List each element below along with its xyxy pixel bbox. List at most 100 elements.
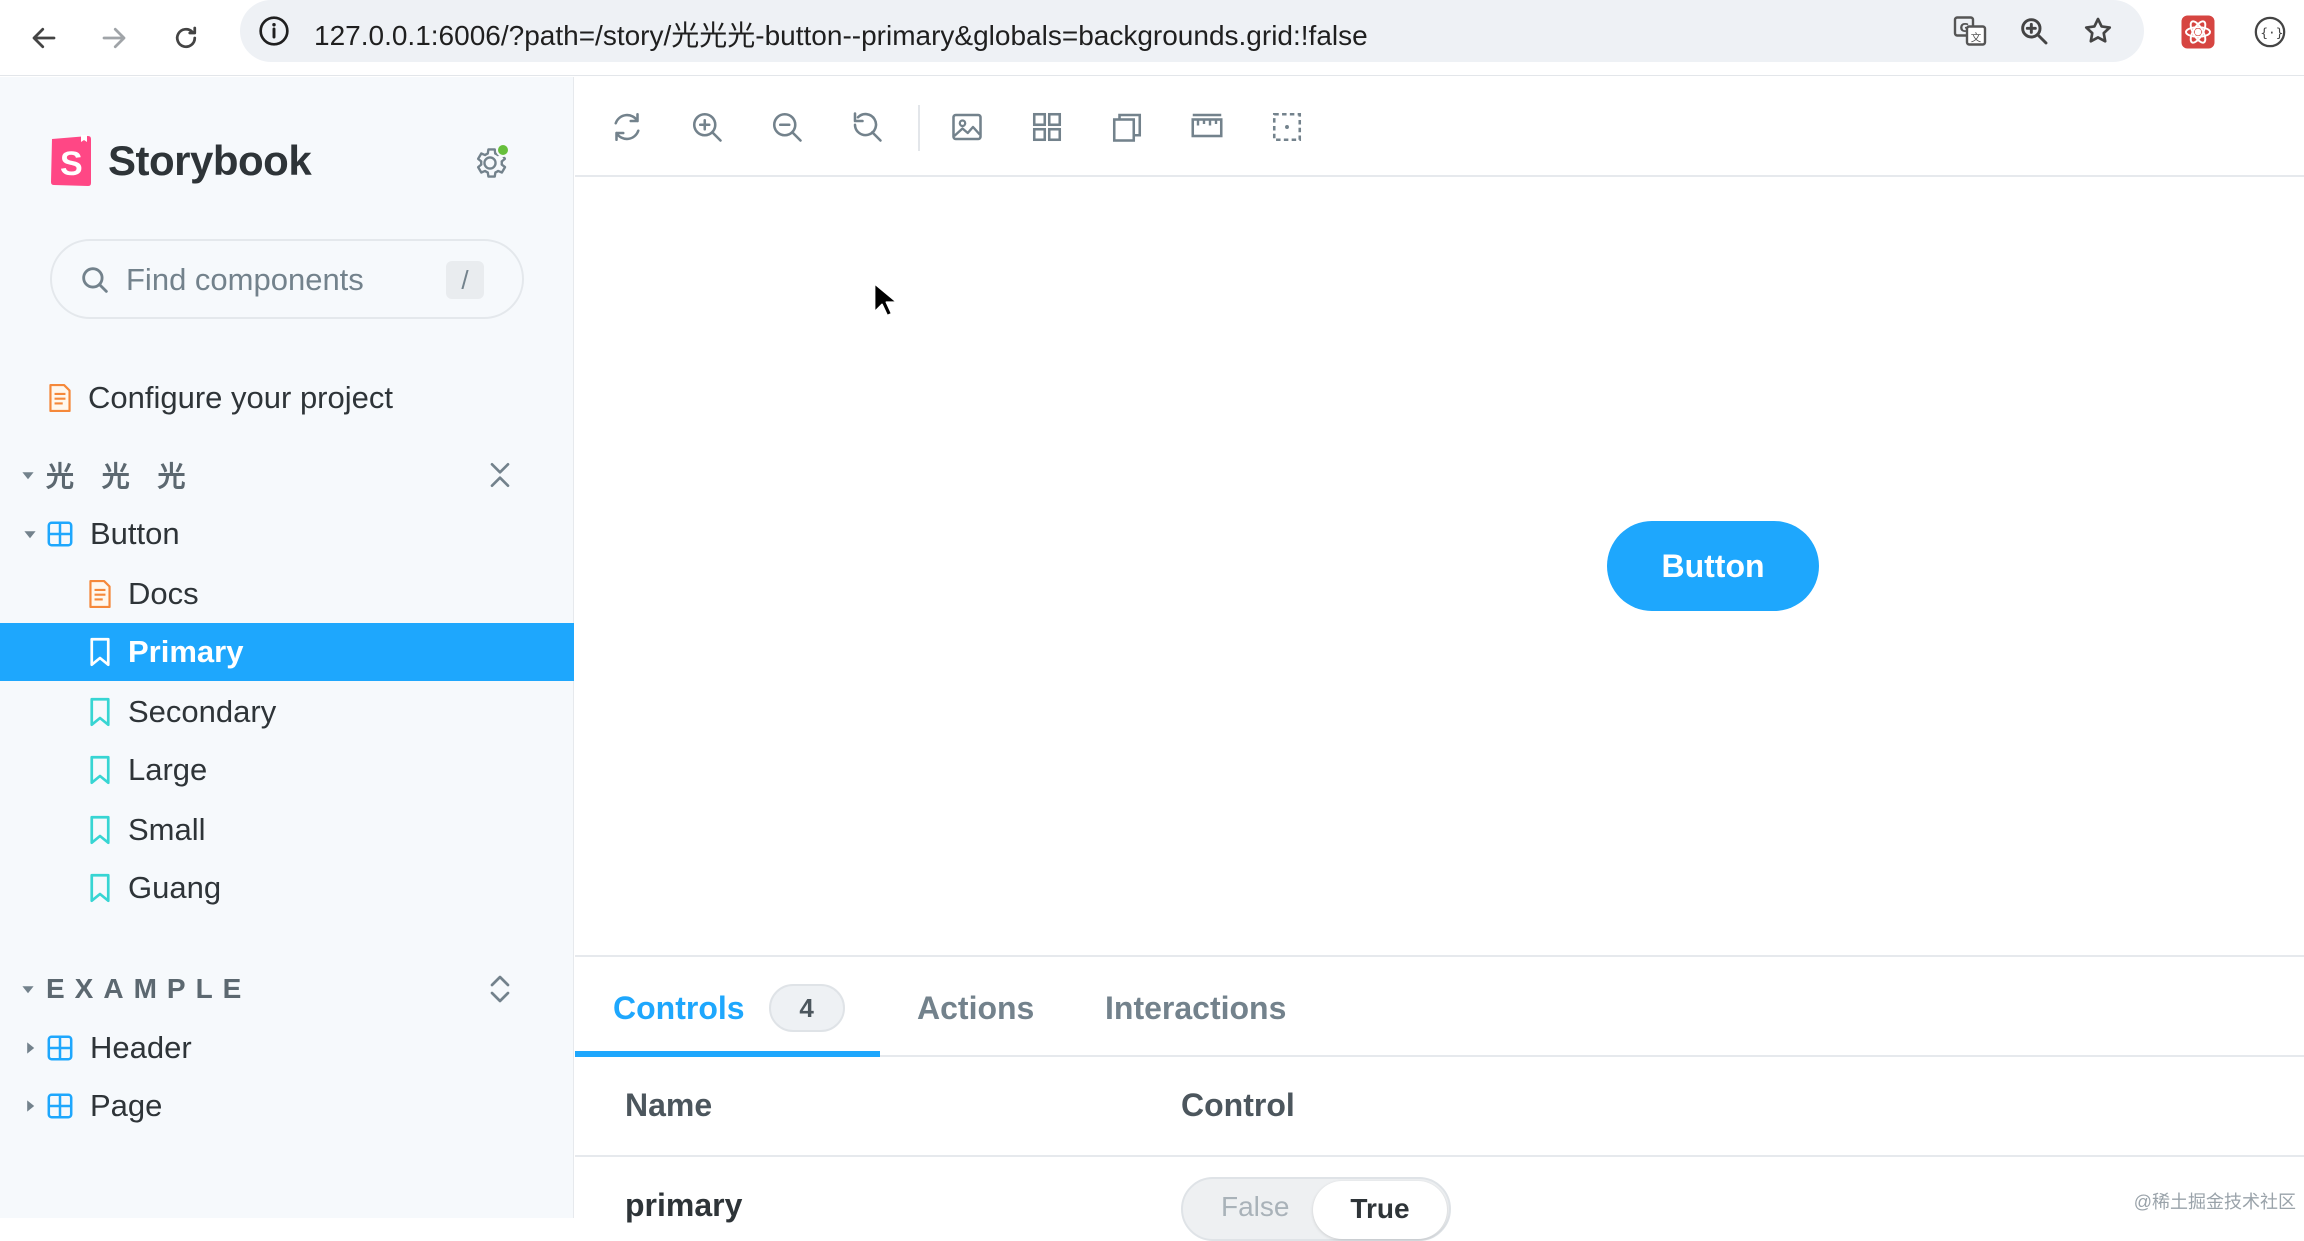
reload-page-button[interactable] <box>160 12 212 64</box>
caret-right-icon <box>16 1092 44 1120</box>
tab-label: Actions <box>917 990 1034 1027</box>
grid-icon <box>1029 109 1065 145</box>
address-url[interactable]: 127.0.0.1:6006/?path=/story/光光光-button--… <box>314 14 1368 54</box>
component-icon <box>44 1032 76 1064</box>
update-status-dot <box>496 143 510 157</box>
svg-text:文: 文 <box>1971 31 1982 44</box>
zoom-out-icon <box>769 109 805 145</box>
component-label: Page <box>90 1088 162 1124</box>
background-button[interactable] <box>943 103 991 151</box>
grid-button[interactable] <box>1023 103 1071 151</box>
caret-right-icon <box>16 1034 44 1062</box>
collapse-all-icon[interactable] <box>484 459 516 491</box>
zoom-out-button[interactable] <box>763 103 811 151</box>
extension-icon[interactable] <box>2178 12 2218 52</box>
zoom-in-button[interactable] <box>683 103 731 151</box>
caret-down-icon <box>14 461 42 489</box>
story-label: Guang <box>128 870 221 906</box>
component-header[interactable]: Header <box>0 1019 574 1077</box>
component-label: Button <box>90 516 180 552</box>
watermark: @稀土掘金技术社区 <box>2134 1188 2296 1214</box>
tab-interactions[interactable]: Interactions <box>1105 959 1286 1057</box>
story-primary[interactable]: Primary <box>0 623 574 681</box>
reload-icon <box>609 109 645 145</box>
translate-icon[interactable]: G文 <box>1950 11 1990 51</box>
story-docs[interactable]: Docs <box>0 565 574 623</box>
column-header-control: Control <box>1181 1087 1295 1124</box>
search-shortcut-key: / <box>446 261 484 299</box>
story-large[interactable]: Large <box>0 741 574 799</box>
tab-label: Interactions <box>1105 990 1286 1027</box>
story-secondary[interactable]: Secondary <box>0 683 574 741</box>
reset-zoom-icon <box>849 109 885 145</box>
search-input[interactable] <box>126 257 426 303</box>
story-label: Docs <box>128 576 199 612</box>
forward-button[interactable] <box>88 12 140 64</box>
story-label: Secondary <box>128 694 276 730</box>
bookmark-icon <box>84 636 116 668</box>
preview-toolbar <box>575 77 2304 177</box>
table-header-row: Name Control <box>575 1057 2304 1157</box>
caret-down-icon <box>14 975 42 1003</box>
story-guang[interactable]: Guang <box>0 859 574 917</box>
component-icon <box>44 518 76 550</box>
svg-text:S: S <box>60 145 83 183</box>
remount-button[interactable] <box>603 103 651 151</box>
story-label: Small <box>128 812 206 848</box>
settings-button[interactable] <box>466 139 514 187</box>
back-arrow-icon <box>29 23 59 53</box>
group-header-example[interactable]: EXAMPLE <box>0 961 574 1017</box>
address-bar[interactable]: 127.0.0.1:6006/?path=/story/光光光-button--… <box>240 0 2144 62</box>
controls-table: Name Control primary False True <box>575 1057 2304 1218</box>
caret-down-icon <box>16 520 44 548</box>
component-page[interactable]: Page <box>0 1077 574 1135</box>
controls-count-badge: 4 <box>769 984 845 1032</box>
storybook-logo[interactable]: S Storybook <box>48 133 311 189</box>
preview-canvas[interactable]: Button <box>575 179 2304 957</box>
bookmark-icon <box>84 872 116 904</box>
expand-all-icon[interactable] <box>484 973 516 1005</box>
back-button[interactable] <box>18 12 70 64</box>
bookmark-star-icon[interactable] <box>2078 11 2118 51</box>
devtools-extension-icon[interactable]: {·} <box>2250 12 2290 52</box>
tab-actions[interactable]: Actions <box>917 959 1034 1057</box>
search-icon <box>78 263 112 297</box>
component-label: Header <box>90 1030 192 1066</box>
configure-project-link[interactable]: Configure your project <box>0 369 574 427</box>
story-label: Large <box>128 752 207 788</box>
background-icon <box>949 109 985 145</box>
component-icon <box>44 1090 76 1122</box>
group-label: 光 光 光 <box>46 455 196 495</box>
group-header-guang[interactable]: 光 光 光 <box>0 447 574 503</box>
toolbar-separator <box>918 105 920 151</box>
site-info-icon[interactable] <box>254 11 294 51</box>
zoom-magnifier-icon[interactable] <box>2014 11 2054 51</box>
bookmark-icon <box>84 814 116 846</box>
story-small[interactable]: Small <box>0 801 574 859</box>
outline-icon <box>1269 109 1305 145</box>
primary-boolean-toggle[interactable]: False True <box>1181 1177 1451 1241</box>
sidebar: S Storybook / Configure your project 光 光… <box>0 77 574 1218</box>
measure-icon <box>1189 109 1225 145</box>
column-header-name: Name <box>625 1087 712 1124</box>
document-icon <box>44 382 76 414</box>
toggle-option-true[interactable]: True <box>1313 1181 1447 1239</box>
outline-button[interactable] <box>1263 103 1311 151</box>
toggle-option-false[interactable]: False <box>1221 1191 1289 1223</box>
brand-name: Storybook <box>108 137 311 185</box>
measure-button[interactable] <box>1183 103 1231 151</box>
tab-controls[interactable]: Controls 4 <box>613 959 845 1057</box>
component-button[interactable]: Button <box>0 505 574 563</box>
viewport-button[interactable] <box>1103 103 1151 151</box>
storybook-logo-icon: S <box>48 133 94 189</box>
reset-zoom-button[interactable] <box>843 103 891 151</box>
viewport-icon <box>1109 109 1145 145</box>
zoom-in-icon <box>689 109 725 145</box>
browser-toolbar: 127.0.0.1:6006/?path=/story/光光光-button--… <box>0 0 2304 76</box>
preview-primary-button[interactable]: Button <box>1607 521 1819 611</box>
document-icon <box>84 578 116 610</box>
mouse-cursor-icon <box>873 282 897 318</box>
search-box[interactable]: / <box>50 239 524 319</box>
bookmark-icon <box>84 754 116 786</box>
addon-tab-bar: Controls 4 Actions Interactions <box>575 959 2304 1057</box>
